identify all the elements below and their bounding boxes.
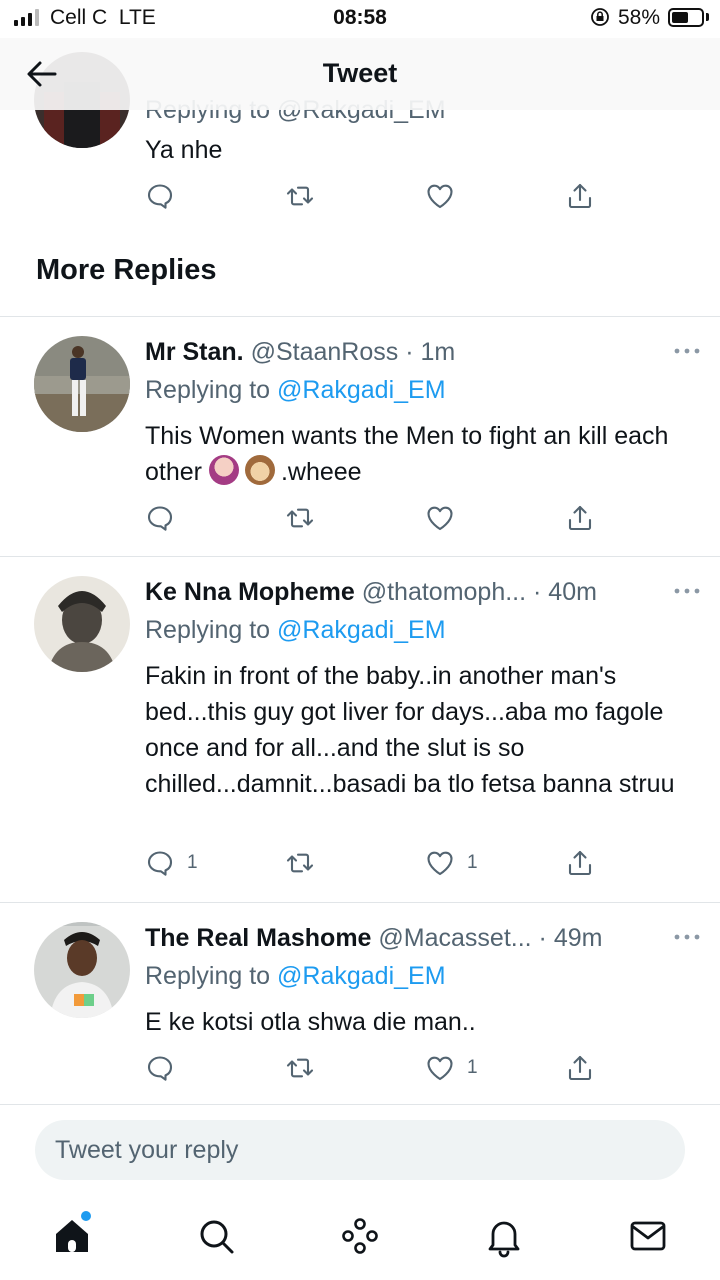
battery-percent: 58% <box>618 6 661 29</box>
user-handle[interactable]: @StaanRoss <box>251 338 399 366</box>
reply-button[interactable] <box>145 502 175 534</box>
reply-button-prev[interactable] <box>145 180 175 212</box>
retweet-icon <box>286 853 314 873</box>
reply-icon <box>147 1056 173 1081</box>
share-button-prev[interactable] <box>565 180 595 212</box>
reply-icon <box>147 851 173 876</box>
mention-link[interactable]: @Rakgadi_EM <box>277 376 446 404</box>
display-name[interactable]: Mr Stan. <box>145 338 244 366</box>
tab-spaces[interactable] <box>338 1214 382 1258</box>
user-handle[interactable]: @Macasset... <box>378 924 531 952</box>
heart-icon <box>427 506 453 531</box>
tweet-text: This Women wants the Men to fight an kil… <box>145 422 669 486</box>
tab-notifications[interactable] <box>482 1214 526 1258</box>
page-title: Tweet <box>322 58 398 88</box>
more-options-icon[interactable] <box>672 586 702 596</box>
tweet-text: Fakin in front of the baby..in another m… <box>145 662 675 798</box>
separator: · <box>398 338 421 366</box>
top-navigation-bar: Tweet <box>0 38 720 110</box>
notifications-icon <box>488 1221 520 1258</box>
more-options-icon[interactable] <box>672 932 702 942</box>
status-bar: Cell C LTE 08:58 58% <box>0 0 720 38</box>
replying-label: Replying to <box>145 962 271 990</box>
display-name[interactable]: The Real Mashome <box>145 924 371 952</box>
heart-icon <box>427 184 453 209</box>
more-options-icon[interactable] <box>672 346 702 356</box>
mention-link[interactable]: @Rakgadi_EM <box>277 962 446 990</box>
share-icon <box>568 183 592 209</box>
like-count: 1 <box>467 1057 478 1078</box>
retweet-icon <box>286 186 314 206</box>
woman-gesturing-no-emoji <box>208 455 239 485</box>
share-button[interactable] <box>565 502 595 534</box>
divider <box>0 1104 720 1105</box>
see-no-evil-monkey-emoji <box>244 455 275 485</box>
replying-to: Replying to @Rakgadi_EM <box>145 958 446 994</box>
like-button[interactable]: 1 <box>425 1052 478 1084</box>
divider <box>0 556 720 557</box>
user-handle[interactable]: @thatomoph... <box>362 578 526 606</box>
separator: · <box>526 578 549 606</box>
retweet-button[interactable] <box>285 1052 315 1084</box>
tweet-text: E ke kotsi otla shwa die man.. <box>145 1008 476 1036</box>
reply-icon <box>147 184 173 209</box>
messages-icon <box>630 1221 666 1251</box>
retweet-button[interactable] <box>285 847 315 879</box>
replying-label: Replying to <box>145 616 271 644</box>
reply-tweet[interactable]: The Real Mashome @Macasset... · 49m Repl… <box>0 920 720 1100</box>
avatar[interactable] <box>34 922 130 1018</box>
tweet-reply-input[interactable] <box>35 1120 685 1180</box>
like-button[interactable]: 1 <box>425 847 478 879</box>
retweet-icon <box>286 1058 314 1078</box>
retweet-button[interactable] <box>285 502 315 534</box>
battery-icon <box>668 8 704 27</box>
reply-count: 1 <box>187 852 198 873</box>
heart-icon <box>427 1056 453 1081</box>
search-icon <box>200 1220 234 1254</box>
spaces-icon <box>342 1218 378 1254</box>
divider <box>0 902 720 903</box>
timestamp[interactable]: 49m <box>554 924 603 952</box>
timestamp[interactable]: 1m <box>420 338 455 366</box>
battery-nub <box>706 13 709 21</box>
prev-tweet-text: Ya nhe <box>145 136 223 164</box>
avatar[interactable] <box>34 336 130 432</box>
reply-button[interactable]: 1 <box>145 847 198 879</box>
reply-button[interactable] <box>145 1052 175 1084</box>
timestamp[interactable]: 40m <box>548 578 597 606</box>
share-icon <box>568 505 592 531</box>
heart-icon <box>427 851 453 876</box>
like-count: 1 <box>467 852 478 873</box>
like-button-prev[interactable] <box>425 180 455 212</box>
tab-messages[interactable] <box>626 1214 670 1258</box>
retweet-button-prev[interactable] <box>285 180 315 212</box>
tweet-header: Mr Stan. @StaanRoss · 1m <box>145 334 645 370</box>
replying-to: Replying to @Rakgadi_EM <box>145 612 446 648</box>
share-button[interactable] <box>565 847 595 879</box>
reply-tweet[interactable]: Ke Nna Mopheme @thatomoph... · 40m Reply… <box>0 574 720 900</box>
separator: · <box>531 924 554 952</box>
replying-label: Replying to <box>145 376 271 404</box>
reply-icon <box>147 506 173 531</box>
tweet-header: The Real Mashome @Macasset... · 49m <box>145 920 645 956</box>
tweet-header: Ke Nna Mopheme @thatomoph... · 40m <box>145 574 645 610</box>
orientation-lock-icon <box>591 8 609 26</box>
mention-link[interactable]: @Rakgadi_EM <box>277 616 446 644</box>
display-name[interactable]: Ke Nna Mopheme <box>145 578 355 606</box>
like-button[interactable] <box>425 502 455 534</box>
retweet-icon <box>286 508 314 528</box>
new-content-dot <box>81 1211 91 1221</box>
section-title: More Replies <box>36 254 217 286</box>
reply-tweet[interactable]: Mr Stan. @StaanRoss · 1m Replying to @Ra… <box>0 334 720 554</box>
avatar[interactable] <box>34 576 130 672</box>
divider <box>0 316 720 317</box>
replying-to: Replying to @Rakgadi_EM <box>145 372 446 408</box>
share-button[interactable] <box>565 1052 595 1084</box>
share-icon <box>568 850 592 876</box>
tab-search[interactable] <box>194 1214 238 1258</box>
status-time: 08:58 <box>333 6 387 29</box>
share-icon <box>568 1055 592 1081</box>
